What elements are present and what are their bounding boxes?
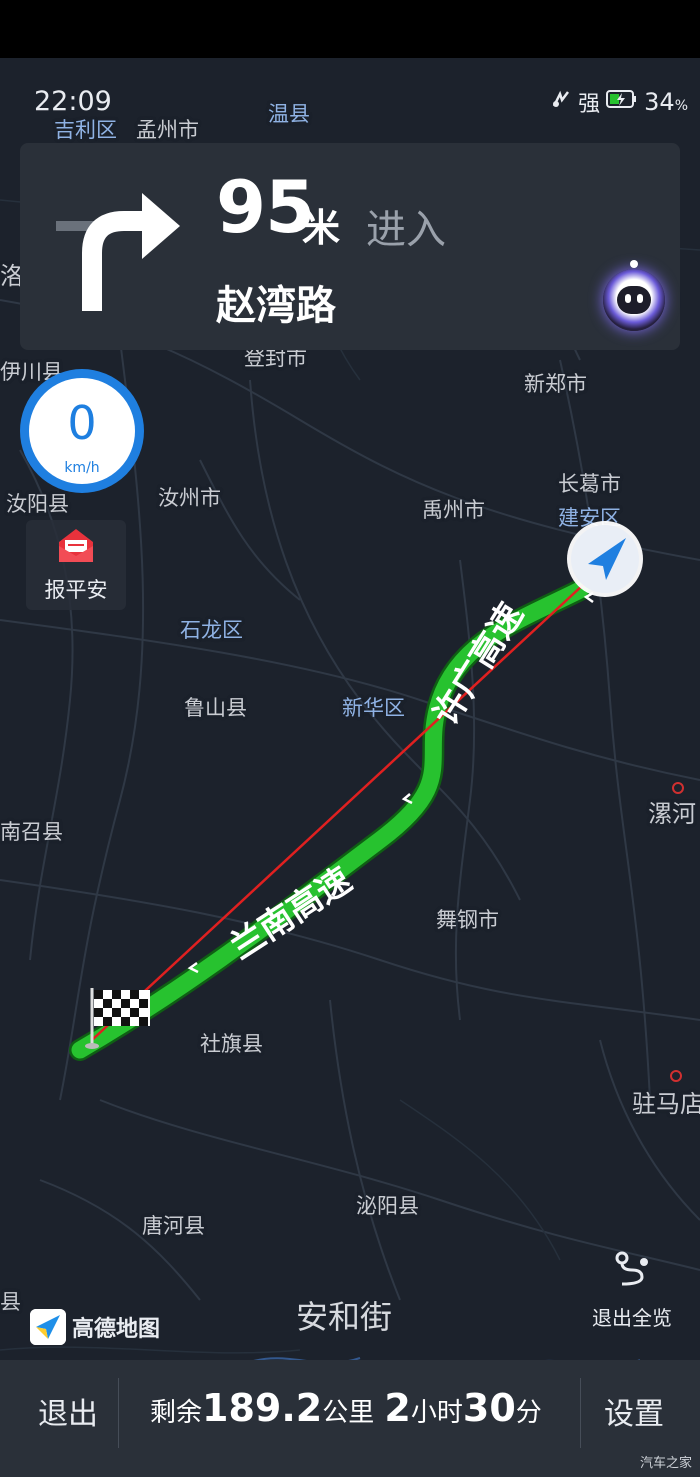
status-time: 22:09 [34,86,112,117]
maneuver-action: 进入 [366,207,446,253]
next-road-name: 赵湾路 [216,283,336,329]
speed-unit: km/h [64,460,100,476]
straight-distance-line [91,583,585,1041]
brand-label: 高德地图 [72,1317,161,1342]
distance-value: 95 [216,165,315,249]
speed-value: 0 [67,396,97,450]
street-label: 安和街 [296,1298,393,1336]
minutes-unit: 分 [515,1398,542,1428]
voice-assistant-icon[interactable] [603,260,665,331]
divider [118,1378,119,1448]
exit-overview-button[interactable]: 退出全览 [580,1250,684,1336]
report-safety-label: 报平安 [44,578,108,602]
report-safety-button[interactable]: 报平安 [26,520,126,610]
current-location-icon [567,521,643,597]
location-signal-icon [550,88,572,116]
exit-navigation-button[interactable]: 退出 [24,1386,114,1436]
navigation-instruction-card[interactable]: 95 米 进入 赵湾路 [20,143,680,350]
signal-label: 强 [578,92,601,117]
remaining-hours: 2 [384,1386,411,1430]
brand-logo: 高德地图 [30,1309,160,1345]
divider [580,1378,581,1448]
settings-button[interactable]: 设置 [590,1386,690,1436]
remaining-minutes: 30 [462,1386,516,1430]
watermark: 汽车之家 [639,1456,692,1471]
exit-overview-label: 退出全览 [592,1306,672,1330]
bottom-bar: 退出 剩余189.2公里 2小时30分 设置 汽车之家 [0,1360,700,1477]
battery-level: 34% [644,88,688,116]
trip-summary: 剩余189.2公里 2小时30分 [150,1386,542,1430]
remaining-label: 剩余 [150,1398,203,1428]
distance-unit: 米 [302,206,341,250]
distance-unit-label: 公里 [322,1398,375,1428]
amap-logo-icon [30,1309,66,1345]
top-black-bar [0,0,700,58]
turn-right-arrow-icon [56,193,180,311]
route-overview-icon [615,1251,648,1286]
remaining-distance: 189.2 [202,1386,323,1430]
route-label-lannan: 兰南高速 [223,860,359,968]
status-icons: 强 34% [550,86,688,118]
envelope-icon [59,529,93,562]
battery-charging-icon [606,89,638,115]
speedometer: 0 km/h [20,369,144,493]
route-label-xuguang: 许广高速 [426,596,532,733]
hours-unit: 小时 [410,1398,463,1428]
